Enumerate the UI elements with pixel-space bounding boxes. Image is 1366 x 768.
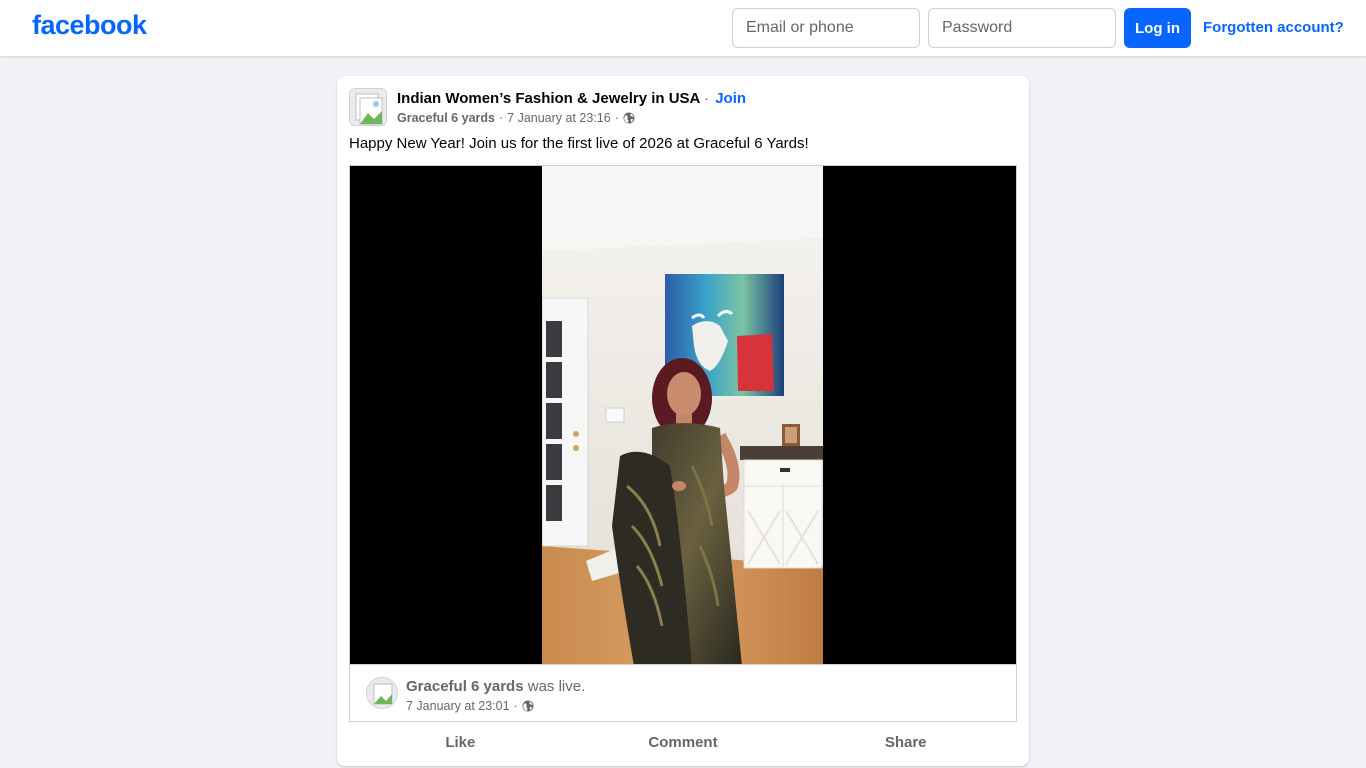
facebook-logo[interactable]: facebook [32,10,147,41]
globe-icon [623,112,635,124]
globe-icon [522,700,534,712]
live-status-text: was live. [527,678,586,695]
comment-button[interactable]: Comment [572,724,795,760]
top-bar: facebook Log in Forgotten account? [0,0,1366,56]
separator: · [704,90,710,107]
post-text: Happy New Year! Join us for the first li… [349,135,809,152]
video-frame [542,166,823,664]
live-info-box: Graceful 6 yards was live. 7 January at … [349,665,1017,722]
share-button[interactable]: Share [794,724,1017,760]
password-field[interactable] [928,8,1116,48]
live-timestamp[interactable]: 7 January at 23:01 [406,699,510,713]
live-status-line: Graceful 6 yards was live. [406,678,585,695]
video-player[interactable] [349,165,1017,665]
post-actions: Like Comment Share [349,724,1017,760]
separator: · [614,111,619,125]
image-placeholder-icon [350,89,386,125]
join-group-link[interactable]: Join [715,90,746,107]
post-timestamp[interactable]: 7 January at 23:16 [507,111,611,125]
live-page-link[interactable]: Graceful 6 yards [406,678,524,695]
group-name-link[interactable]: Indian Women’s Fashion & Jewelry in USA [397,90,700,107]
post-card: Indian Women’s Fashion & Jewelry in USA … [337,76,1029,766]
live-meta: 7 January at 23:01 · [406,699,534,713]
separator: · [498,111,504,125]
email-field[interactable] [732,8,920,48]
separator: · [513,699,518,713]
forgotten-account-link[interactable]: Forgotten account? [1203,19,1344,36]
group-avatar[interactable] [349,88,387,126]
group-name-line: Indian Women’s Fashion & Jewelry in USA … [397,90,746,107]
like-button[interactable]: Like [349,724,572,760]
video-thumbnail-image [542,166,823,664]
post-author-link[interactable]: Graceful 6 yards [397,111,495,125]
page-avatar[interactable] [366,677,398,709]
login-button[interactable]: Log in [1124,8,1191,48]
image-placeholder-icon [367,678,397,708]
post-meta: Graceful 6 yards · 7 January at 23:16 · [397,111,635,125]
